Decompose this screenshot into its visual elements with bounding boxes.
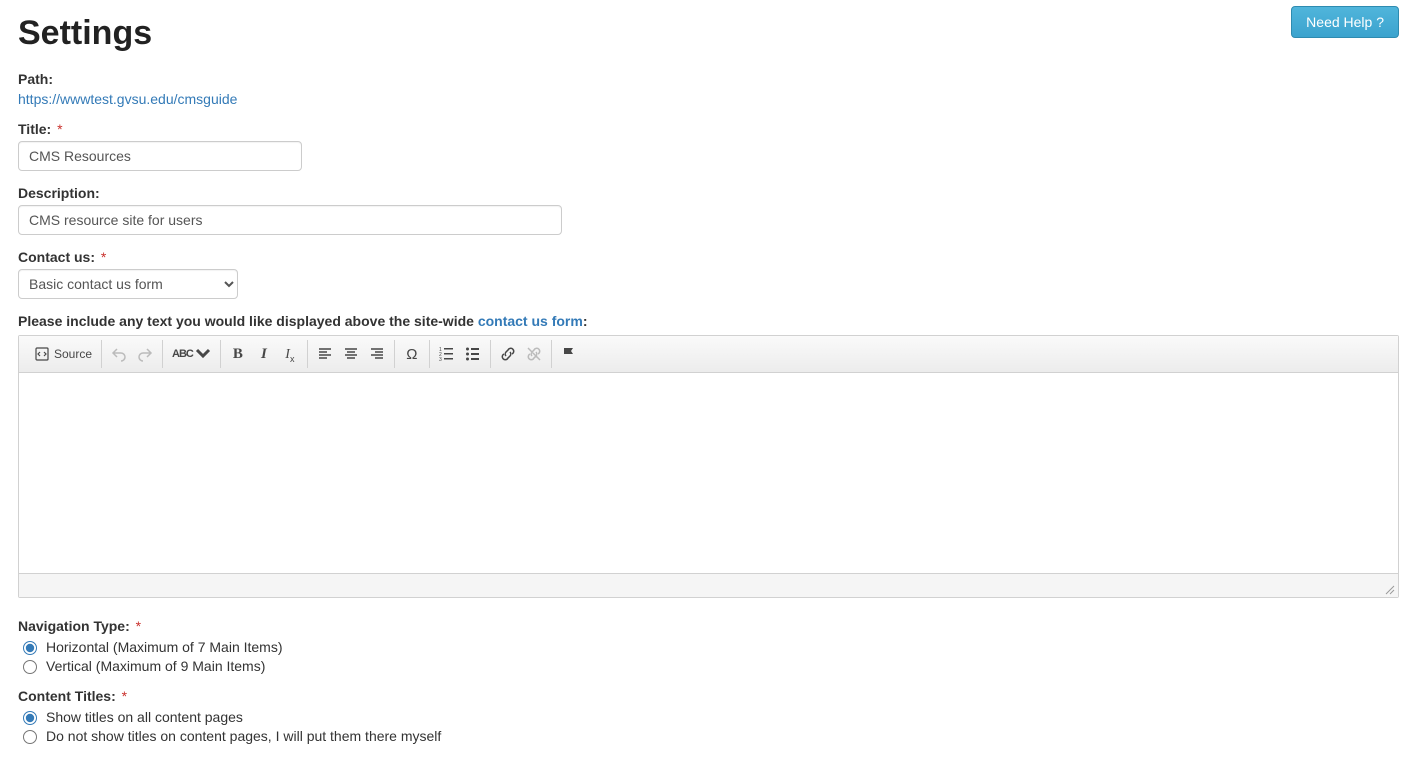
omega-icon: Ω	[406, 346, 417, 363]
bold-button[interactable]: B	[226, 342, 250, 366]
unordered-list-icon	[465, 346, 481, 362]
undo-button[interactable]	[107, 342, 131, 366]
contact-us-label: Contact us: *	[18, 249, 1399, 265]
svg-text:3: 3	[439, 357, 442, 362]
undo-icon	[111, 346, 127, 362]
align-right-icon	[369, 346, 385, 362]
content-titles-label-text: Content Titles:	[18, 688, 116, 704]
title-label-text: Title:	[18, 121, 51, 137]
editor-intro-suffix: :	[583, 313, 588, 329]
title-input[interactable]	[18, 141, 302, 171]
special-char-button[interactable]: Ω	[400, 342, 424, 366]
title-field-group: Title: *	[18, 121, 1399, 171]
ordered-list-icon: 123	[439, 346, 455, 362]
required-asterisk: *	[136, 618, 141, 634]
required-asterisk: *	[101, 249, 106, 265]
editor-toolbar: Source ABC	[19, 336, 1398, 373]
resize-handle-icon[interactable]	[1384, 583, 1396, 595]
bold-icon: B	[233, 346, 243, 363]
description-input[interactable]	[18, 205, 562, 235]
source-button[interactable]: Source	[30, 342, 96, 366]
rich-text-editor: Source ABC	[18, 335, 1399, 598]
description-label: Description:	[18, 185, 1399, 201]
flag-button[interactable]	[557, 342, 581, 366]
content-titles-label: Content Titles: *	[18, 688, 1399, 704]
spellcheck-icon: ABC	[172, 348, 193, 360]
content-titles-group: Content Titles: * Show titles on all con…	[18, 688, 1399, 744]
content-titles-show-radio[interactable]	[23, 711, 37, 725]
italic-button[interactable]: I	[252, 342, 276, 366]
editor-intro-prefix: Please include any text you would like d…	[18, 313, 478, 329]
need-help-button[interactable]: Need Help ?	[1291, 6, 1399, 38]
remove-format-button[interactable]: Ix	[278, 342, 302, 366]
nav-type-label-text: Navigation Type:	[18, 618, 130, 634]
contact-us-form-link[interactable]: contact us form	[478, 313, 583, 329]
title-label: Title: *	[18, 121, 1399, 137]
source-icon	[34, 346, 50, 362]
unordered-list-button[interactable]	[461, 342, 485, 366]
required-asterisk: *	[57, 121, 62, 137]
unlink-button[interactable]	[522, 342, 546, 366]
redo-icon	[137, 346, 153, 362]
contact-us-label-text: Contact us:	[18, 249, 95, 265]
chevron-down-icon	[195, 346, 211, 362]
link-icon	[500, 346, 516, 362]
remove-format-icon: Ix	[285, 345, 294, 364]
spellcheck-button[interactable]: ABC	[168, 342, 215, 366]
contact-us-select[interactable]: Basic contact us form	[18, 269, 238, 299]
content-titles-hide-radio[interactable]	[23, 730, 37, 744]
link-button[interactable]	[496, 342, 520, 366]
unlink-icon	[526, 346, 542, 362]
source-label: Source	[54, 347, 92, 361]
nav-vertical-radio[interactable]	[23, 660, 37, 674]
italic-icon: I	[261, 346, 267, 363]
path-link[interactable]: https://wwwtest.gvsu.edu/cmsguide	[18, 91, 237, 107]
ordered-list-button[interactable]: 123	[435, 342, 459, 366]
align-left-icon	[317, 346, 333, 362]
editor-textarea[interactable]	[19, 373, 1398, 573]
editor-footer	[19, 573, 1398, 597]
align-right-button[interactable]	[365, 342, 389, 366]
align-center-icon	[343, 346, 359, 362]
align-center-button[interactable]	[339, 342, 363, 366]
required-asterisk: *	[122, 688, 127, 704]
nav-type-label: Navigation Type: *	[18, 618, 1399, 634]
flag-icon	[561, 346, 577, 362]
content-titles-show-label[interactable]: Show titles on all content pages	[46, 709, 243, 725]
contact-us-field-group: Contact us: * Basic contact us form	[18, 249, 1399, 299]
editor-intro-label: Please include any text you would like d…	[18, 313, 588, 329]
nav-horizontal-label[interactable]: Horizontal (Maximum of 7 Main Items)	[46, 639, 283, 655]
align-left-button[interactable]	[313, 342, 337, 366]
nav-type-group: Navigation Type: * Horizontal (Maximum o…	[18, 618, 1399, 674]
editor-intro: Please include any text you would like d…	[18, 313, 1399, 329]
redo-button[interactable]	[133, 342, 157, 366]
nav-vertical-label[interactable]: Vertical (Maximum of 9 Main Items)	[46, 658, 265, 674]
page-title: Settings	[18, 14, 152, 53]
path-label: Path:	[18, 71, 1399, 87]
content-titles-hide-label[interactable]: Do not show titles on content pages, I w…	[46, 728, 441, 744]
description-field-group: Description:	[18, 185, 1399, 235]
nav-horizontal-radio[interactable]	[23, 641, 37, 655]
path-field: Path: https://wwwtest.gvsu.edu/cmsguide	[18, 71, 1399, 107]
